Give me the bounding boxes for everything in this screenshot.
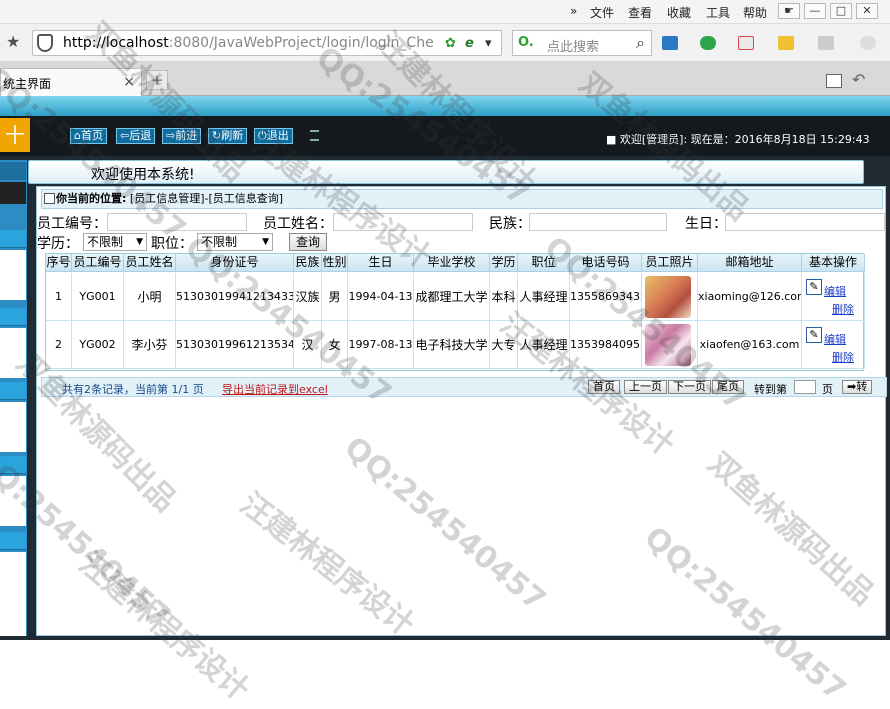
minimize-button[interactable]: — (804, 3, 826, 19)
emp-name-label: 员工姓名： (263, 216, 333, 232)
sidebar-section-dark[interactable] (0, 182, 26, 204)
url-dropdown-icon[interactable]: ▾ (485, 36, 492, 51)
sidebar-toggle[interactable] (0, 162, 26, 180)
sidebar-panel-3 (0, 402, 26, 452)
export-excel-link[interactable]: 导出当前记录到excel (222, 381, 328, 397)
query-button[interactable]: 查询 (289, 233, 328, 251)
cell-no: YG001 (72, 273, 124, 321)
content-frame: 你当前的位置: [员工信息管理]-[员工信息查询] 员工编号： 员工姓名： 民族… (36, 186, 887, 636)
security-shield-icon (37, 34, 53, 52)
edit-link[interactable]: 编辑 (824, 331, 846, 347)
sidebar-header-5[interactable] (0, 532, 26, 550)
table-row: 2 YG002 李小芬 513030199612135341 汉女 1997-08-13 电… (46, 321, 865, 369)
sidebar-header-2[interactable] (0, 308, 26, 326)
column-header: 员工编号 (72, 254, 124, 272)
chevron-down-icon: ▼ (262, 237, 269, 247)
left-sidebar (0, 160, 27, 636)
column-header: 员工照片 (642, 254, 698, 272)
goto-page-input[interactable] (794, 380, 816, 394)
search-box[interactable]: O. 点此搜索 ⌕ (512, 30, 652, 56)
menu-view[interactable]: 查看 (628, 4, 652, 21)
page-unit-label: 页 (822, 383, 833, 396)
search-icon[interactable]: ⌕ (636, 33, 645, 53)
extension-icon[interactable] (778, 36, 794, 50)
delete-link[interactable]: 删除 (832, 349, 854, 365)
pagination-bar: 共有2条记录，当前第 1/1 页 导出当前记录到excel 首页 上一页 下一页… (41, 377, 887, 397)
column-header: 性别 (322, 254, 348, 272)
cell-gender: 男 (322, 273, 348, 321)
browser-menubar: » 文件 查看 收藏 工具 帮助 ☛ — □ ✕ (0, 0, 890, 24)
translate-icon[interactable] (738, 36, 754, 50)
ethnicity-input[interactable] (529, 213, 667, 231)
cell-no: YG002 (72, 321, 124, 369)
back-arrow-icon[interactable]: ↶ (852, 70, 865, 89)
search-engine-icon[interactable]: O. (518, 35, 534, 50)
menu-grip-icon[interactable] (310, 130, 319, 141)
edit-icon[interactable]: ✎ (806, 327, 822, 343)
column-header: 民族 (294, 254, 322, 272)
menu-tools[interactable]: 工具 (706, 4, 730, 21)
menu-expand[interactable]: » (570, 4, 577, 18)
search-input[interactable]: 点此搜索 (547, 36, 599, 55)
favorite-star-icon[interactable]: ★ (6, 32, 20, 51)
actions-cell: ✎编辑删除✖ (802, 273, 865, 321)
employee-table: 序号 员工编号 员工姓名 身份证号 民族 性别 生日 毕业学校 学历 职位 电话号码 员工照片 邮箱地址… (45, 253, 865, 371)
sidebar-panel-1 (0, 250, 26, 300)
tab-list-icon[interactable] (826, 74, 842, 88)
edit-link[interactable]: 编辑 (824, 283, 846, 299)
cell-birthday: 1994-04-13 (348, 273, 414, 321)
menu-favorites[interactable]: 收藏 (667, 4, 691, 21)
cell-name: 李小芬 (124, 321, 176, 369)
menu-help[interactable]: 帮助 (743, 4, 767, 21)
column-header: 基本操作 (802, 254, 865, 272)
table-row: 1 YG001 小明 513030199412134332 汉族男 1994-04-13 成… (46, 273, 865, 321)
education-label: 学历： (37, 236, 79, 252)
column-header: 员工姓名 (124, 254, 176, 272)
cell-seq: 1 (46, 273, 72, 321)
refresh-icon[interactable]: ✿ (445, 36, 456, 51)
pin-button[interactable]: ☛ (778, 3, 800, 19)
column-header: 序号 (46, 254, 72, 272)
goto-label: 转到第 (754, 383, 787, 396)
menu-file[interactable]: 文件 (590, 4, 614, 21)
nav-back-button[interactable]: ⇦后退 (116, 128, 156, 144)
sidebar-header-1[interactable] (0, 230, 26, 248)
restore-button[interactable]: □ (830, 3, 852, 19)
column-header: 学历 (490, 254, 518, 272)
cell-school: 成都理工大学 (414, 273, 490, 321)
ethnicity-label: 民族： (489, 216, 531, 232)
go-button[interactable]: ➡转 (842, 380, 873, 394)
chevron-down-icon: ▼ (136, 237, 143, 247)
emp-no-label: 员工编号： (37, 216, 107, 232)
security-guard-icon[interactable] (700, 36, 716, 50)
cell-email: xiaoming@126.com (698, 273, 802, 321)
cell-name: 小明 (124, 273, 176, 321)
sidebar-panel-5 (0, 552, 26, 636)
education-select[interactable]: 不限制 ▼ (83, 233, 147, 251)
user-icon[interactable] (860, 36, 876, 50)
birthday-input[interactable] (725, 213, 885, 231)
mail-icon[interactable] (818, 36, 834, 50)
edit-icon[interactable]: ✎ (806, 279, 822, 295)
close-window-button[interactable]: ✕ (856, 3, 878, 19)
ie-mode-icon[interactable]: e (465, 36, 474, 51)
delete-link[interactable]: 删除 (832, 301, 854, 317)
apps-icon[interactable] (662, 36, 678, 50)
cell-school: 电子科技大学 (414, 321, 490, 369)
actions-cell: ✎编辑删除✖ (802, 321, 865, 369)
column-header: 邮箱地址 (698, 254, 802, 272)
location-icon (44, 193, 55, 204)
